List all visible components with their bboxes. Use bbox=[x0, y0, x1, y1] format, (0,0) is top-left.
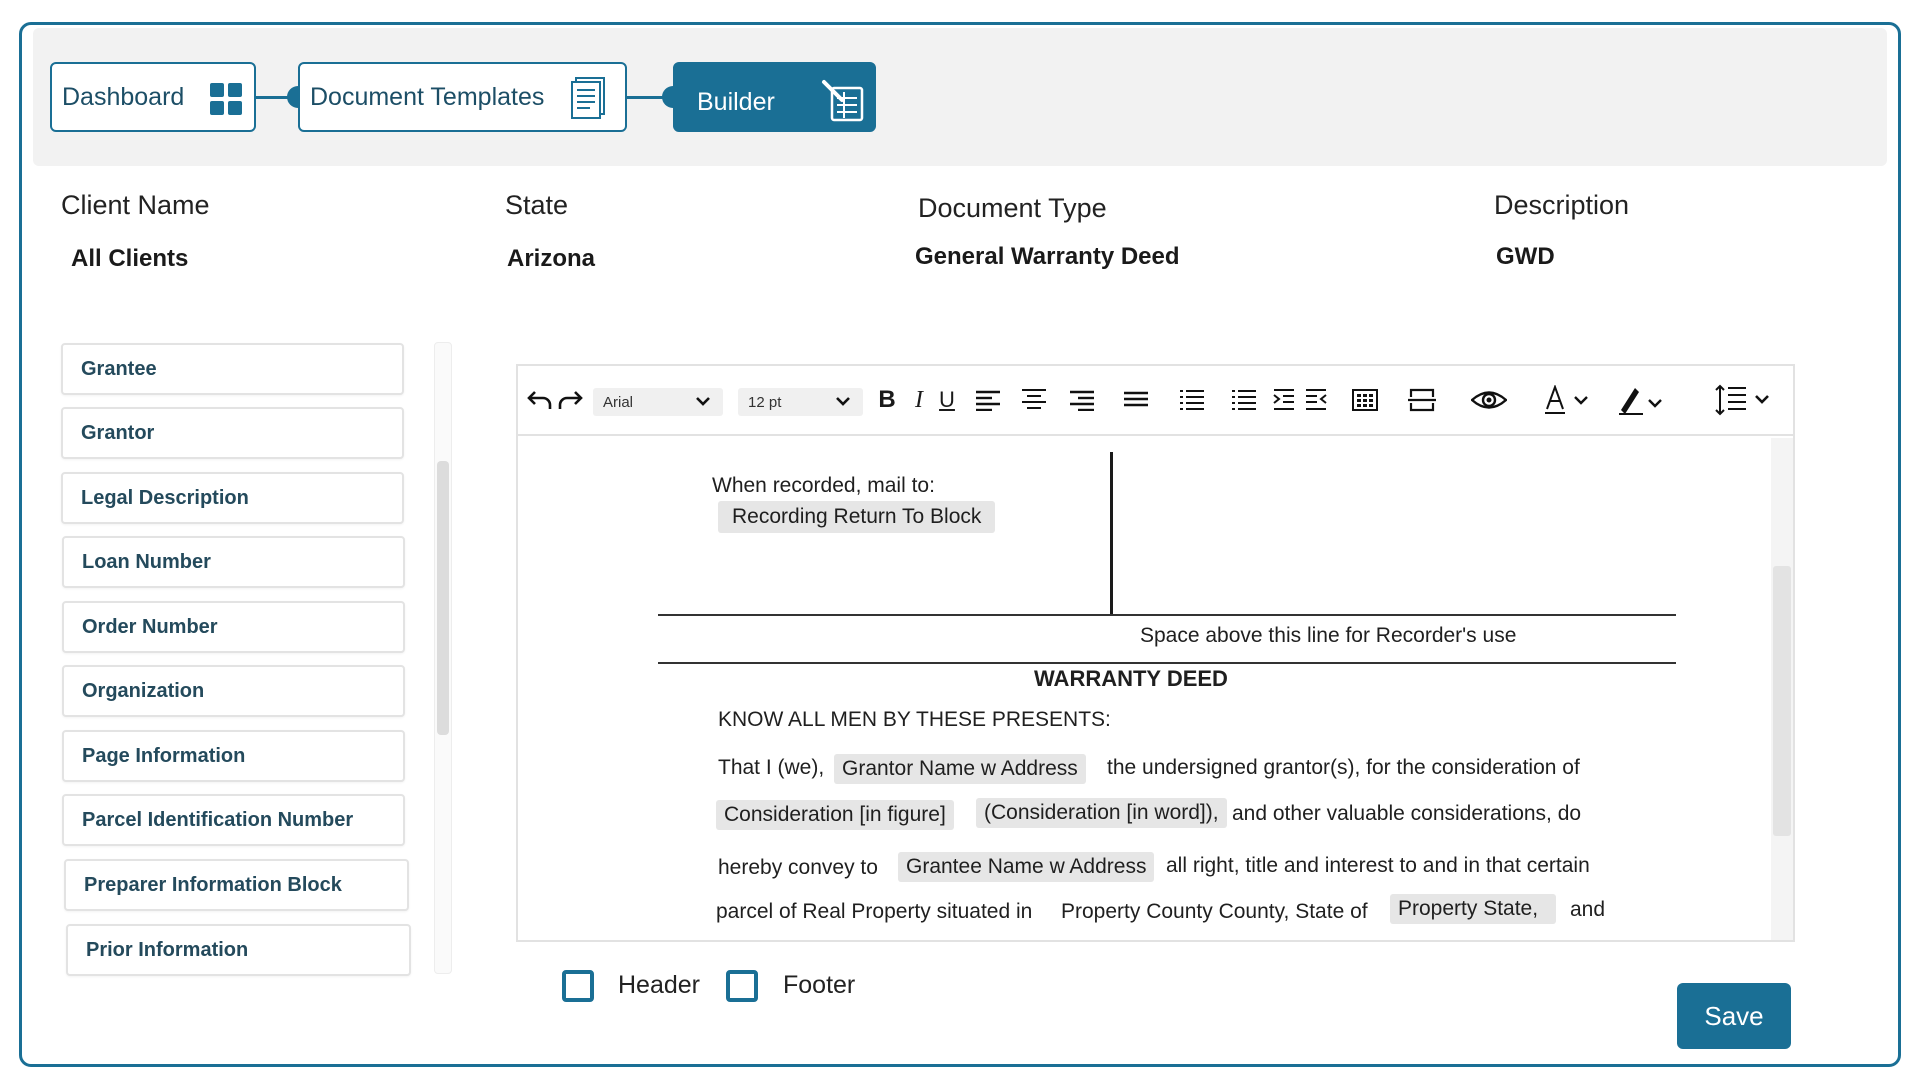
field-order-number[interactable]: Order Number bbox=[62, 601, 405, 653]
bold-button[interactable]: B bbox=[876, 382, 898, 418]
document-type-label: Document Type bbox=[918, 193, 1107, 223]
breadcrumb-dashboard-label: Dashboard bbox=[62, 82, 185, 111]
align-left-icon[interactable] bbox=[974, 382, 1002, 418]
font-family-value: Arial bbox=[603, 393, 634, 411]
grantee-name-chip[interactable]: Grantee Name w Address bbox=[898, 852, 1155, 882]
recorder-line-top bbox=[658, 614, 1676, 616]
client-name-label: Client Name bbox=[61, 190, 210, 220]
deed-text: the undersigned grantor(s), for the cons… bbox=[1107, 756, 1580, 779]
state-label: State bbox=[505, 190, 569, 220]
page-break-icon[interactable] bbox=[1406, 382, 1438, 418]
font-color-icon[interactable] bbox=[1542, 382, 1592, 418]
recorder-divider bbox=[1110, 452, 1113, 616]
font-family-select[interactable]: Arial bbox=[593, 388, 723, 416]
chevron-down-icon bbox=[695, 393, 711, 413]
field-list-scroll-thumb[interactable] bbox=[437, 461, 449, 735]
mail-to-text: When recorded, mail to: bbox=[712, 474, 935, 497]
document-type-value: General Warranty Deed bbox=[915, 243, 1180, 270]
align-right-icon[interactable] bbox=[1068, 382, 1096, 418]
footer-checkbox[interactable] bbox=[726, 970, 758, 1002]
breadcrumb-document-templates[interactable]: Document Templates bbox=[298, 62, 627, 132]
breadcrumb-document-templates-label: Document Templates bbox=[310, 82, 545, 111]
builder-icon bbox=[820, 78, 866, 127]
deed-text: parcel of Real Property situated in bbox=[716, 900, 1033, 923]
field-legal-description[interactable]: Legal Description bbox=[61, 472, 404, 524]
deed-text: hereby convey to bbox=[718, 856, 878, 879]
header-label: Header bbox=[618, 971, 700, 999]
align-center-icon[interactable] bbox=[1020, 382, 1048, 418]
description-value: GWD bbox=[1496, 243, 1555, 270]
recorder-line-bottom bbox=[658, 662, 1676, 664]
field-organization[interactable]: Organization bbox=[62, 665, 405, 717]
field-loan-number[interactable]: Loan Number bbox=[62, 536, 405, 588]
chevron-down-icon bbox=[835, 393, 851, 413]
table-icon[interactable] bbox=[1351, 382, 1379, 418]
field-grantee[interactable]: Grantee bbox=[61, 343, 404, 395]
footer-label: Footer bbox=[783, 971, 856, 999]
field-prior-information[interactable]: Prior Information bbox=[66, 924, 411, 976]
client-name-value: All Clients bbox=[71, 245, 189, 272]
breadcrumb-builder-label: Builder bbox=[697, 87, 775, 116]
state-value: Arizona bbox=[507, 245, 596, 272]
redo-icon[interactable] bbox=[556, 382, 584, 418]
highlight-pen-icon[interactable] bbox=[1616, 382, 1666, 418]
document-list-icon bbox=[570, 76, 610, 125]
field-page-information[interactable]: Page Information bbox=[62, 730, 405, 782]
font-size-value: 12 pt bbox=[748, 393, 782, 411]
field-parcel-identification-number[interactable]: Parcel Identification Number bbox=[62, 794, 405, 846]
undo-icon[interactable] bbox=[526, 382, 554, 418]
document-canvas[interactable]: When recorded, mail to: Recording Return… bbox=[518, 438, 1772, 940]
header-checkbox[interactable] bbox=[562, 970, 594, 1002]
indent-icon[interactable] bbox=[1272, 382, 1296, 418]
breadcrumb-builder[interactable]: Builder bbox=[673, 62, 876, 132]
bullet-list-icon[interactable] bbox=[1178, 382, 1206, 418]
deed-text: and bbox=[1570, 898, 1606, 921]
editor-toolbar: Arial 12 pt B I U bbox=[518, 366, 1793, 436]
recording-return-chip[interactable]: Recording Return To Block bbox=[718, 501, 996, 533]
grid-icon bbox=[209, 82, 243, 121]
know-all-text: KNOW ALL MEN BY THESE PRESENTS: bbox=[718, 708, 1111, 731]
align-justify-icon[interactable] bbox=[1122, 382, 1150, 418]
underline-button[interactable]: U bbox=[936, 382, 958, 418]
deed-title: WARRANTY DEED bbox=[1034, 666, 1228, 691]
font-size-select[interactable]: 12 pt bbox=[738, 388, 863, 416]
field-list-scrollbar[interactable] bbox=[434, 342, 452, 974]
consideration-word-chip[interactable]: (Consideration [in word]), bbox=[976, 798, 1227, 828]
breadcrumb-dashboard[interactable]: Dashboard bbox=[50, 62, 256, 132]
consideration-figure-chip[interactable]: Consideration [in figure] bbox=[716, 800, 954, 830]
grantor-name-chip[interactable]: Grantor Name w Address bbox=[834, 754, 1086, 784]
breadcrumb: Dashboard Document Templates Builder bbox=[33, 28, 1887, 166]
numbered-list-icon[interactable] bbox=[1230, 382, 1258, 418]
recorder-note: Space above this line for Recorder's use bbox=[1140, 624, 1517, 647]
outdent-icon[interactable] bbox=[1304, 382, 1328, 418]
deed-text: That I (we), bbox=[718, 756, 825, 779]
description-label: Description bbox=[1494, 190, 1630, 220]
field-grantor[interactable]: Grantor bbox=[61, 407, 404, 459]
rich-text-editor: Arial 12 pt B I U When recorded, mail to… bbox=[516, 364, 1795, 942]
deed-text: all right, title and interest to and in … bbox=[1166, 854, 1590, 877]
preview-eye-icon[interactable] bbox=[1470, 382, 1508, 418]
deed-text: Property County County, State of bbox=[1061, 900, 1368, 923]
field-preparer-information-block[interactable]: Preparer Information Block bbox=[64, 859, 409, 911]
italic-button[interactable]: I bbox=[910, 382, 928, 418]
editor-scrollbar[interactable] bbox=[1771, 438, 1793, 940]
editor-scroll-thumb[interactable] bbox=[1773, 566, 1791, 836]
save-button[interactable]: Save bbox=[1677, 983, 1791, 1049]
property-state-chip[interactable]: Property State, bbox=[1390, 894, 1557, 924]
deed-text: and other valuable considerations, do bbox=[1232, 802, 1582, 825]
line-spacing-icon[interactable] bbox=[1714, 382, 1774, 418]
